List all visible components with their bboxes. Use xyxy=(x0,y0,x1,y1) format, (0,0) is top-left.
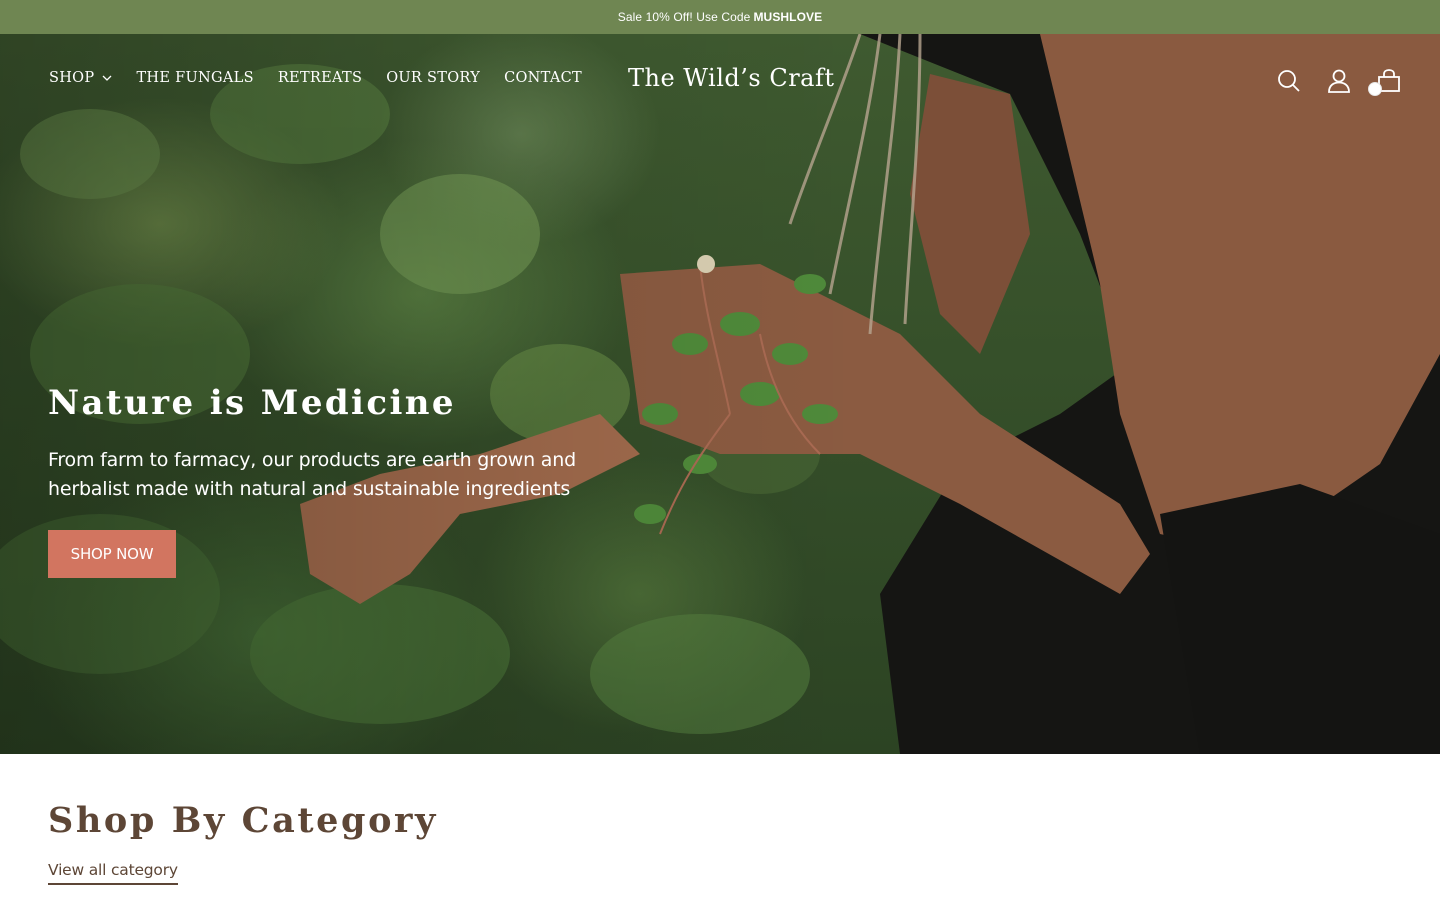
promo-code: MUSHLOVE xyxy=(753,10,823,24)
search-icon[interactable] xyxy=(1276,68,1302,94)
nav-retreats[interactable]: RETREATS xyxy=(278,70,362,86)
cart-count-badge xyxy=(1368,82,1382,96)
site-header: SHOP THE FUNGALS RETREATS OUR STORY CONT… xyxy=(0,34,1440,128)
account-icon[interactable] xyxy=(1326,68,1352,94)
announcement-text: Sale 10% Off! Use Code xyxy=(617,10,751,24)
main-nav: SHOP THE FUNGALS RETREATS OUR STORY CONT… xyxy=(49,70,582,86)
site-logo[interactable]: The Wild’s Craft xyxy=(628,64,835,92)
section-title: Shop By Category xyxy=(48,800,438,841)
hero-title: Nature is Medicine xyxy=(48,383,456,423)
nav-shop-label: SHOP xyxy=(49,70,95,86)
nav-the-fungals[interactable]: THE FUNGALS xyxy=(136,70,253,86)
chevron-down-icon xyxy=(102,75,112,81)
announcement-bar: Sale 10% Off! Use Code MUSHLOVE xyxy=(0,0,1440,34)
shop-now-button[interactable]: SHOP NOW xyxy=(48,530,176,578)
hero-content: Nature is Medicine From farm to farmacy,… xyxy=(48,382,608,578)
cart-button[interactable] xyxy=(1368,68,1402,96)
nav-our-story[interactable]: OUR STORY xyxy=(386,70,480,86)
shop-by-category: Shop By Category View all category xyxy=(48,800,438,885)
nav-contact[interactable]: CONTACT xyxy=(504,70,582,86)
header-icons xyxy=(1276,68,1402,96)
view-all-category-link[interactable]: View all category xyxy=(48,861,178,885)
hero-subtitle: From farm to farmacy, our products are e… xyxy=(48,449,576,500)
hero-banner: Nature is Medicine From farm to farmacy,… xyxy=(0,34,1440,754)
nav-shop[interactable]: SHOP xyxy=(49,70,112,86)
